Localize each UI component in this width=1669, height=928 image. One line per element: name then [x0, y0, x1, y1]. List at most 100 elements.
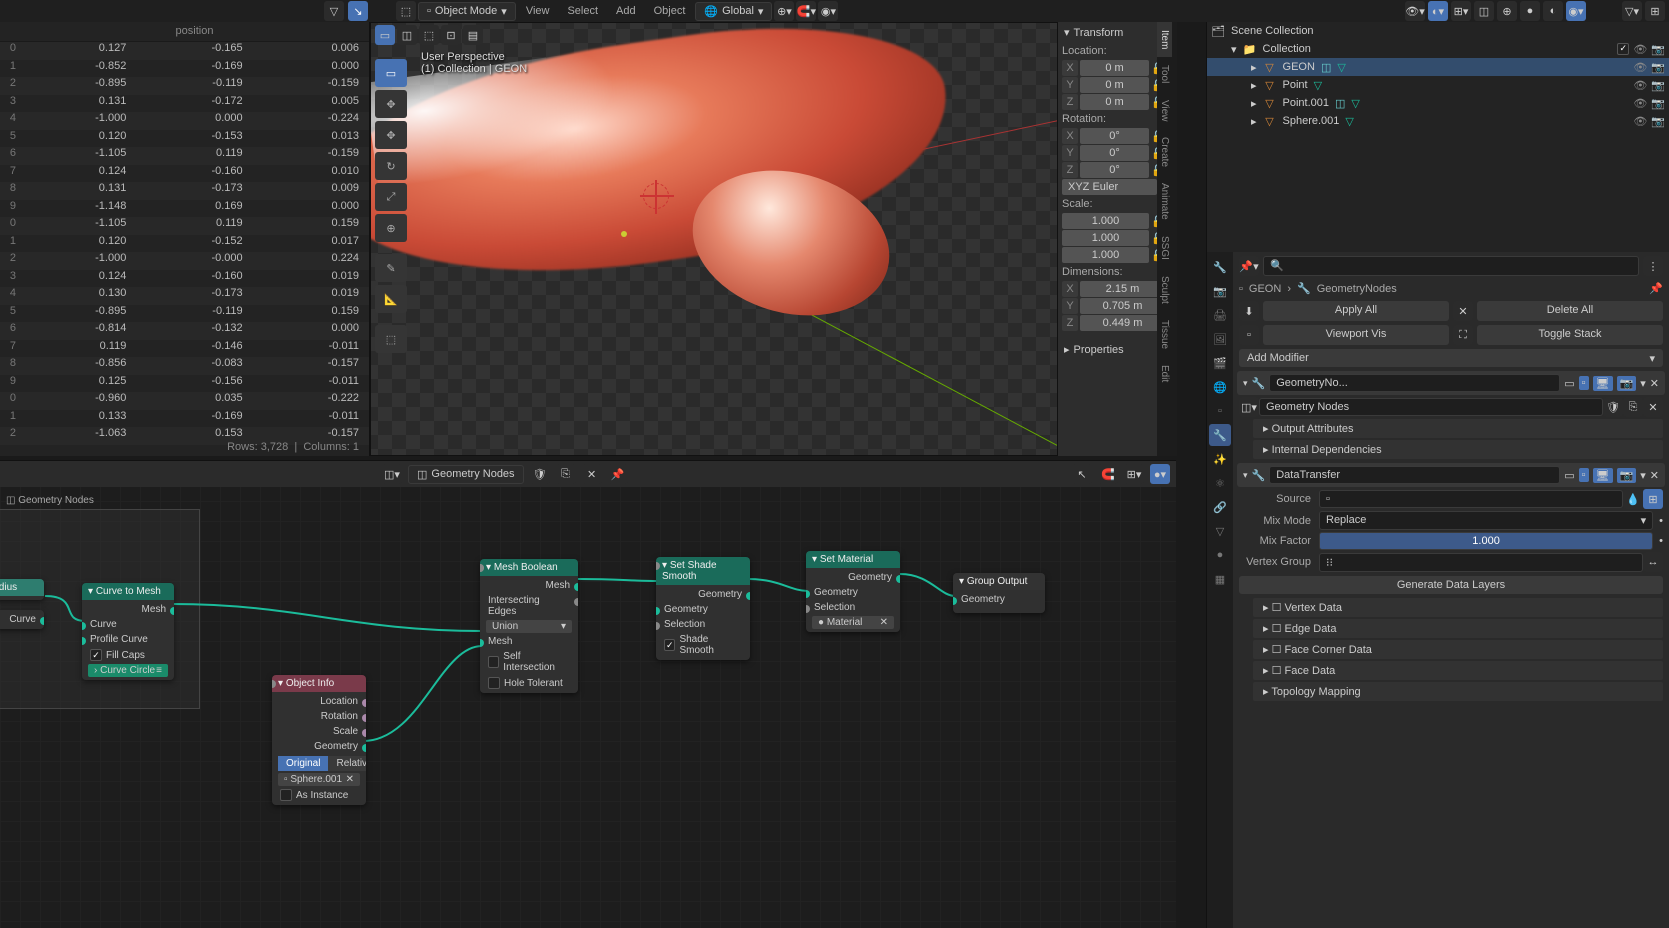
search-input[interactable]: 🔍: [1263, 256, 1639, 276]
tab-view[interactable]: View: [1157, 92, 1172, 130]
tool-annotate[interactable]: ✎: [375, 254, 407, 282]
overlay-icon[interactable]: ⊞▾: [1124, 464, 1144, 484]
menu-select[interactable]: Select: [559, 5, 606, 17]
overlay-icon[interactable]: ⊞▾: [1451, 1, 1471, 21]
pin-icon[interactable]: 📌: [608, 464, 628, 484]
vertex-data-row[interactable]: ▸ ☐ Vertex Data: [1253, 598, 1663, 617]
close-icon[interactable]: ✕: [1650, 469, 1659, 482]
invert-icon[interactable]: ↔: [1643, 552, 1663, 572]
camera-icon[interactable]: 📷: [1651, 115, 1665, 128]
tool-rotate[interactable]: ↻: [375, 152, 407, 180]
dim-z[interactable]: 0.449 m: [1080, 315, 1165, 331]
breadcrumb-modifier[interactable]: GeometryNodes: [1317, 283, 1397, 295]
table-row[interactable]: 4-1.0000.000-0.224: [0, 112, 369, 130]
select-mode-5-icon[interactable]: ▤: [463, 25, 483, 45]
tool-add-cube[interactable]: ⬚: [375, 325, 407, 353]
dim-y[interactable]: 0.705 m: [1080, 298, 1165, 314]
topology-mapping-row[interactable]: ▸ Topology Mapping: [1253, 682, 1663, 701]
table-row[interactable]: 5-0.895-0.1190.159: [0, 305, 369, 323]
column-header-position[interactable]: position: [20, 22, 369, 41]
duplicate-icon[interactable]: ⎘: [556, 464, 576, 484]
material-picker[interactable]: ● Material✕: [812, 616, 894, 629]
shield-icon[interactable]: 🛡: [1603, 397, 1623, 417]
geonodes-modifier-header[interactable]: ▾🔧 GeometryNo... ▭ ▫ 🖥 📷 ▾ ✕: [1237, 371, 1665, 395]
node-editor[interactable]: ◫▾ ◫ Geometry Nodes 🛡 ⎘ ✕ 📌 ↖ 🧲 ⊞▾ ●▾ ◫ …: [0, 460, 1176, 928]
shield-icon[interactable]: 🛡: [530, 464, 550, 484]
camera-icon[interactable]: 📷: [1651, 61, 1665, 74]
table-row[interactable]: 10.133-0.169-0.011: [0, 410, 369, 428]
options-icon[interactable]: ⋮: [1643, 256, 1663, 276]
nodegroup-icon[interactable]: ◫▾: [1239, 397, 1259, 417]
edit-mode-icon[interactable]: ▭: [1564, 469, 1574, 482]
eye-icon[interactable]: 👁: [1633, 97, 1647, 110]
source-input[interactable]: ▫: [1319, 490, 1623, 508]
location-z[interactable]: 0 m: [1080, 94, 1149, 110]
display-icon[interactable]: ▫: [1579, 468, 1589, 482]
facecorner-data-row[interactable]: ▸ ☐ Face Corner Data: [1253, 640, 1663, 659]
render-icon[interactable]: 📷: [1617, 468, 1637, 483]
shade-smooth-checkbox[interactable]: [664, 639, 675, 651]
table-row[interactable]: 1-0.852-0.1690.000: [0, 60, 369, 78]
prop-tab-scene[interactable]: 🎬: [1209, 352, 1231, 374]
outliner-collection-row[interactable]: ▾ 📁 Collection 👁📷: [1207, 40, 1669, 58]
table-row[interactable]: 40.130-0.1730.019: [0, 287, 369, 305]
tool-select-box[interactable]: ▭: [375, 59, 407, 87]
prop-tab-particles[interactable]: ✨: [1209, 448, 1231, 470]
eye-icon[interactable]: 👁: [1633, 115, 1647, 128]
gizmo-toggle-icon[interactable]: ◐▾: [1428, 1, 1448, 21]
output-attributes-row[interactable]: ▸ Output Attributes: [1253, 419, 1663, 438]
boolean-mode-dropdown[interactable]: Union▾: [486, 620, 572, 633]
select-mode-1-icon[interactable]: ▭: [375, 25, 395, 45]
editor-type-icon[interactable]: ⬚: [396, 1, 416, 21]
3d-viewport[interactable]: ▭ ◫ ⬚ ⊡ ▤ User Perspective (1) Collectio…: [370, 22, 1170, 456]
dropdown-icon[interactable]: ▾: [1640, 377, 1646, 390]
fill-caps-checkbox[interactable]: [90, 649, 102, 661]
viewport-vis-button[interactable]: Viewport Vis: [1263, 325, 1449, 345]
outliner-scene-row[interactable]: 🗂 Scene Collection: [1207, 22, 1669, 40]
rotation-y[interactable]: 0°: [1080, 145, 1149, 161]
scale-x[interactable]: 1.000: [1062, 213, 1149, 229]
hole-tol-checkbox[interactable]: [488, 677, 500, 689]
dim-x[interactable]: 2.15 m: [1080, 281, 1165, 297]
shading-render-icon[interactable]: ◉▾: [1566, 1, 1586, 21]
node-set-material[interactable]: ▾ Set Material Geometry Geometry Selecti…: [806, 551, 900, 632]
node-curve-input[interactable]: Curve: [0, 610, 44, 629]
outliner-item[interactable]: ▸ ▽ GEON ◫ ▽ 👁📷: [1207, 58, 1669, 76]
node-curve-to-mesh[interactable]: ▾ Curve to Mesh Mesh Curve Profile Curve…: [82, 583, 174, 680]
edit-mode-icon[interactable]: ▭: [1564, 377, 1574, 390]
mixfactor-input[interactable]: 1.000: [1319, 532, 1653, 550]
table-row[interactable]: 10.120-0.1520.017: [0, 235, 369, 253]
pivot-icon[interactable]: ⊕▾: [774, 1, 794, 21]
tool-cursor[interactable]: ✥: [375, 90, 407, 118]
table-row[interactable]: 50.120-0.1530.013: [0, 130, 369, 148]
datatransfer-name-input[interactable]: DataTransfer: [1269, 466, 1560, 484]
table-row[interactable]: 2-1.000-0.0000.224: [0, 252, 369, 270]
prop-tab-render[interactable]: 📷: [1209, 280, 1231, 302]
table-row[interactable]: 00.127-0.1650.006: [0, 42, 369, 60]
select-mode-2-icon[interactable]: ◫: [397, 25, 417, 45]
tool-move[interactable]: ✥: [375, 121, 407, 149]
camera-icon[interactable]: 📷: [1651, 79, 1665, 92]
table-row[interactable]: 70.124-0.1600.010: [0, 165, 369, 183]
realtime-icon[interactable]: 🖥: [1593, 468, 1613, 483]
display-icon[interactable]: ▫: [1579, 376, 1589, 390]
original-button[interactable]: Original: [278, 756, 328, 771]
viewport-icon[interactable]: ▫: [1239, 325, 1259, 345]
outliner-item[interactable]: ▸ ▽ Point ▽ 👁📷: [1207, 76, 1669, 94]
add-modifier-dropdown[interactable]: Add Modifier▾: [1239, 349, 1663, 367]
eyedropper-icon[interactable]: 💧: [1623, 489, 1643, 509]
table-row[interactable]: 90.125-0.156-0.011: [0, 375, 369, 393]
shading-wire-icon[interactable]: ⊕: [1497, 1, 1517, 21]
close-icon[interactable]: ✕: [1453, 301, 1473, 321]
tool-transform[interactable]: ⊕: [375, 214, 407, 242]
editor-type-icon[interactable]: ◫▾: [382, 464, 402, 484]
tool-scale[interactable]: ⤢: [375, 183, 407, 211]
node-group-output[interactable]: ▾ Group Output Geometry: [953, 573, 1045, 613]
generate-data-layers-button[interactable]: Generate Data Layers: [1239, 576, 1663, 594]
prop-tab-modifiers[interactable]: 🔧: [1209, 424, 1231, 446]
outliner-item[interactable]: ▸ ▽ Sphere.001 ▽ 👁📷: [1207, 112, 1669, 130]
funnel-icon[interactable]: ▽: [324, 1, 344, 21]
geonodes-name-input[interactable]: GeometryNo...: [1269, 374, 1560, 392]
duplicate-icon[interactable]: ⎘: [1623, 397, 1643, 417]
animate-dot-icon[interactable]: •: [1659, 515, 1663, 527]
